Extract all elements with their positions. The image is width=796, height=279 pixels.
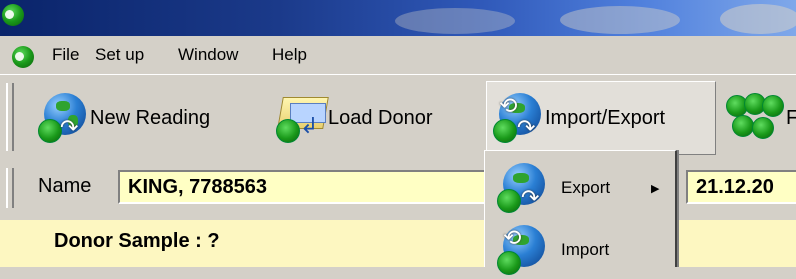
toolbar: ↷ New Reading ↲ Load Donor ⟲ ↷ Import/Ex… — [0, 74, 796, 161]
import-menu-item[interactable]: ⟲ Import — [485, 221, 675, 279]
menu-bar: File Set up Window Help — [0, 36, 796, 74]
name-label: Name — [38, 175, 92, 197]
reports-button[interactable]: F — [724, 81, 796, 155]
import-label: Import — [561, 240, 610, 259]
load-donor-folder-icon: ↲ — [276, 93, 329, 143]
new-reading-label: New Reading — [90, 106, 211, 129]
new-reading-button[interactable]: ↷ New Reading — [30, 81, 258, 155]
reports-label-partial: F — [786, 106, 796, 129]
export-icon: ↷ — [497, 163, 547, 213]
menu-file[interactable]: File — [52, 45, 79, 65]
title-bar[interactable] — [0, 0, 796, 36]
new-reading-icon: ↷ — [38, 93, 88, 143]
export-label: Export — [561, 178, 611, 197]
title-bar-patch — [560, 6, 680, 34]
row-grip — [6, 168, 14, 208]
load-donor-label: Load Donor — [328, 106, 433, 129]
import-export-label: Import/Export — [545, 106, 666, 129]
load-donor-button[interactable]: ↲ Load Donor — [268, 81, 478, 155]
import-export-icon: ⟲ ↷ — [493, 93, 543, 143]
toolbar-grip[interactable] — [6, 83, 14, 151]
title-bar-patch — [395, 8, 515, 34]
name-field[interactable]: KING, 7788563 — [118, 170, 498, 204]
system-menu-icon[interactable] — [12, 46, 34, 68]
import-export-button[interactable]: ⟲ ↷ Import/Export — [486, 81, 716, 155]
menu-setup[interactable]: Set up — [95, 45, 144, 65]
donor-sample-label: Donor Sample : ? — [54, 230, 220, 252]
menu-window[interactable]: Window — [178, 45, 238, 65]
title-bar-patch — [720, 4, 796, 34]
app-logo-icon — [2, 4, 24, 26]
submenu-arrow-icon: ▶ — [651, 182, 660, 195]
menu-help[interactable]: Help — [272, 45, 307, 65]
multi-globe-icon — [726, 93, 784, 143]
import-export-dropdown: ↷ Export ▶ ⟲ Import — [484, 150, 677, 275]
export-menu-item[interactable]: ↷ Export ▶ — [485, 159, 675, 217]
date-field[interactable]: 21.12.20 — [686, 170, 796, 204]
import-icon: ⟲ — [497, 225, 547, 275]
